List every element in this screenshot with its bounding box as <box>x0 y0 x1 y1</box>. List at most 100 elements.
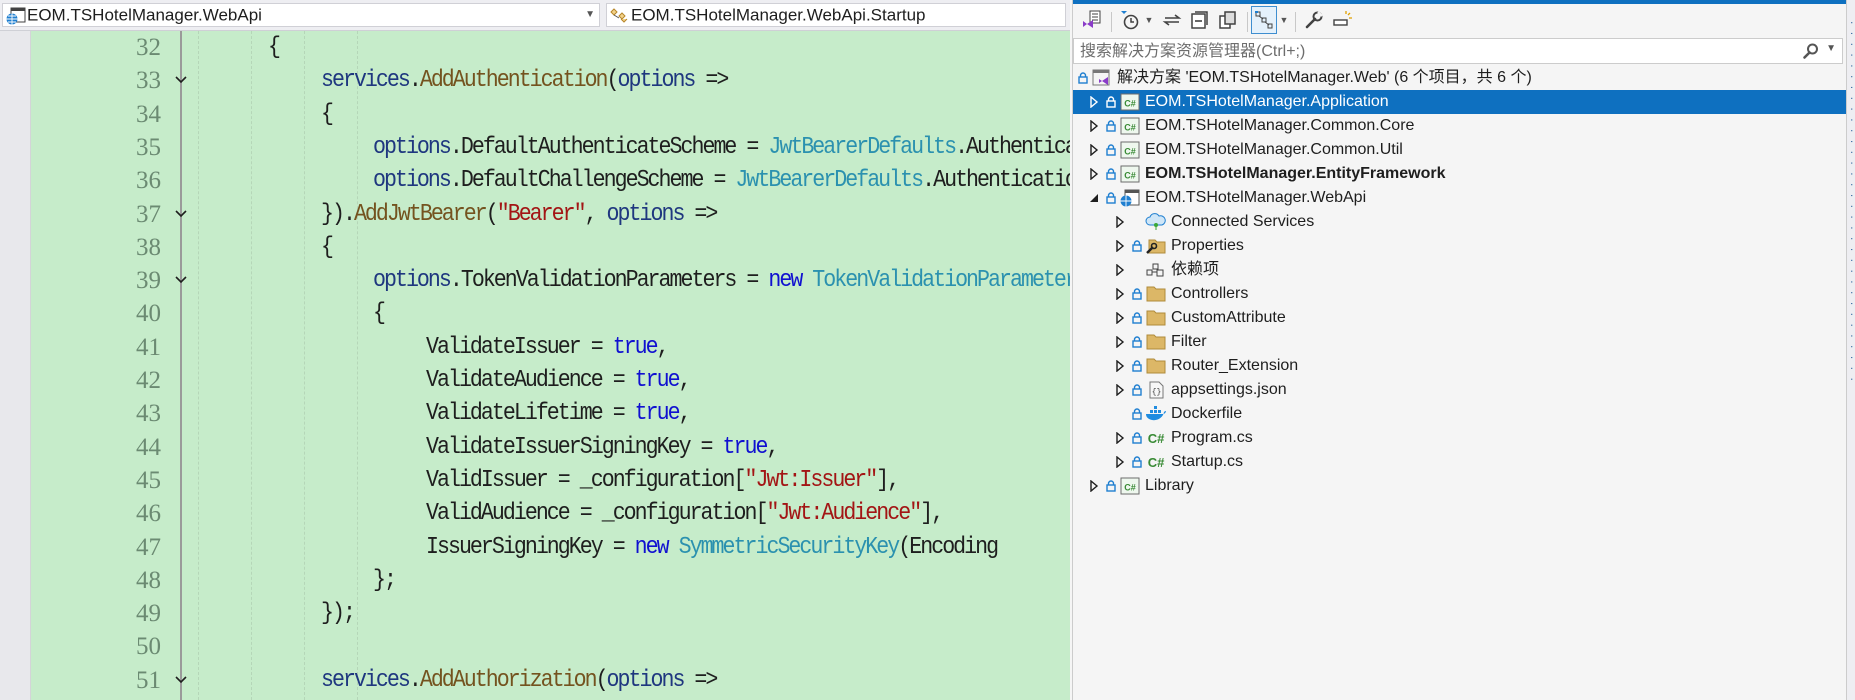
expand-arrow-icon[interactable] <box>1113 258 1127 282</box>
lock-icon <box>1105 474 1117 498</box>
code-editor[interactable]: EOM.TSHotelManager.WebApi ▼ EOM.TSHotelM… <box>0 0 1070 700</box>
editor-navigation-bar: EOM.TSHotelManager.WebApi ▼ EOM.TSHotelM… <box>0 0 1070 31</box>
lock-icon <box>1105 186 1117 210</box>
tree-item[interactable]: C# EOM.TSHotelManager.Common.Util <box>1073 138 1847 162</box>
code-text-area[interactable]: 32 {33 services.AddAuthentication(options … <box>31 31 1070 700</box>
collapse-region-chevron-icon[interactable] <box>171 670 191 690</box>
code-line[interactable]: 44 ValidateIssuerSigningKey = true, <box>31 431 1070 464</box>
tree-item[interactable]: C# EOM.TSHotelManager.Common.Core <box>1073 114 1847 138</box>
code-line[interactable]: 46 ValidAudience = _configuration["Jwt:Au… <box>31 497 1070 530</box>
expand-arrow-icon[interactable] <box>1113 450 1127 474</box>
code-line[interactable]: 39 options.TokenValidationParameters = ne… <box>31 264 1070 297</box>
tree-item[interactable]: C# EOM.TSHotelManager.Application <box>1073 90 1847 114</box>
code-line[interactable]: 47 IssuerSigningKey = new SymmetricSecuri… <box>31 531 1070 564</box>
class-dropdown-value: EOM.TSHotelManager.WebApi.Startup <box>631 5 926 25</box>
tree-item[interactable]: {} appsettings.json <box>1073 378 1847 402</box>
pending-changes-filter-icon[interactable] <box>1117 6 1143 34</box>
collapse-region-chevron-icon[interactable] <box>171 204 191 224</box>
expand-arrow-icon[interactable] <box>1113 378 1127 402</box>
code-map-icon[interactable] <box>1251 6 1277 34</box>
expand-arrow-icon[interactable] <box>1087 90 1101 114</box>
code-line[interactable]: 40 { <box>31 297 1070 330</box>
line-number: 45 <box>136 466 161 494</box>
expand-arrow-icon[interactable] <box>1113 210 1127 234</box>
sync-with-active-document-icon[interactable] <box>1159 6 1185 34</box>
code-line[interactable]: 49}); <box>31 597 1070 630</box>
code-text: ValidateAudience = true, <box>426 364 692 397</box>
collapse-region-chevron-icon[interactable] <box>171 270 191 290</box>
expand-arrow-icon[interactable] <box>1113 330 1127 354</box>
code-line[interactable]: 34 { <box>31 98 1070 131</box>
properties-icon[interactable] <box>1301 6 1327 34</box>
tree-item[interactable]: CustomAttribute <box>1073 306 1847 330</box>
solution-node[interactable]: 解决方案 'EOM.TSHotelManager.Web' (6 个项目，共 6… <box>1073 66 1847 90</box>
expand-arrow-icon[interactable] <box>1087 162 1101 186</box>
expand-arrow-icon[interactable] <box>1087 138 1101 162</box>
search-icon[interactable] <box>1802 42 1820 65</box>
code-line[interactable]: 37}).AddJwtBearer("Bearer", options => <box>31 198 1070 231</box>
expand-arrow-icon[interactable] <box>1113 426 1127 450</box>
tree-item[interactable]: C# Startup.cs <box>1073 450 1847 474</box>
line-number: 34 <box>136 100 161 128</box>
code-line[interactable]: 45 ValidIssuer = _configuration["Jwt:Issu… <box>31 464 1070 497</box>
tree-item[interactable]: Controllers <box>1073 282 1847 306</box>
code-map-dropdown[interactable]: ▼ <box>1278 6 1290 34</box>
code-line[interactable]: 43 ValidateLifetime = true, <box>31 397 1070 430</box>
scrollbar-overview-margin[interactable]: · · · · · · · · · · · · · · · · · · · · … <box>1846 0 1855 700</box>
code-token: , <box>584 200 607 228</box>
code-line[interactable]: 33 services.AddAuthentication(options => <box>31 64 1070 97</box>
code-line[interactable]: 35 options.DefaultAuthenticateScheme = Jw… <box>31 131 1070 164</box>
tree-item[interactable]: 依赖项 <box>1073 258 1847 282</box>
solution-explorer-toolbar: ▼ ▼ <box>1073 4 1847 36</box>
search-options-dropdown[interactable]: ▼ <box>1826 43 1836 54</box>
show-all-files-icon[interactable] <box>1215 6 1241 34</box>
collapse-all-icon[interactable] <box>1187 6 1213 34</box>
search-input[interactable] <box>1078 41 1782 63</box>
expand-arrow-icon[interactable] <box>1113 306 1127 330</box>
solution-explorer-search[interactable]: ▼ <box>1073 38 1843 64</box>
tree-item[interactable]: EOM.TSHotelManager.WebApi <box>1073 186 1847 210</box>
project-dropdown[interactable]: EOM.TSHotelManager.WebApi ▼ <box>2 3 600 27</box>
tree-item-label: Controllers <box>1171 285 1249 302</box>
switch-views-icon[interactable] <box>1079 6 1105 34</box>
tree-item[interactable]: Router_Extension <box>1073 354 1847 378</box>
expand-arrow-icon[interactable] <box>1113 282 1127 306</box>
tree-item[interactable]: Dockerfile <box>1073 402 1847 426</box>
code-line[interactable]: 50 <box>31 630 1070 663</box>
code-token: ( <box>595 666 608 694</box>
collapse-region-chevron-icon[interactable] <box>171 70 191 90</box>
code-line[interactable]: 41 ValidateIssuer = true, <box>31 331 1070 364</box>
code-token: { <box>373 300 386 328</box>
expand-arrow-icon[interactable] <box>1087 114 1101 138</box>
code-token: options <box>373 167 452 195</box>
svg-text:{}: {} <box>1152 388 1162 397</box>
code-line[interactable]: 48}; <box>31 564 1070 597</box>
chevron-down-icon: ▼ <box>585 9 595 20</box>
tree-item[interactable]: C# Program.cs <box>1073 426 1847 450</box>
code-line[interactable]: 42 ValidateAudience = true, <box>31 364 1070 397</box>
tree-item[interactable]: Properties <box>1073 234 1847 258</box>
pending-changes-dropdown[interactable]: ▼ <box>1143 6 1155 34</box>
expand-arrow-icon[interactable] <box>1113 234 1127 258</box>
code-line[interactable]: 32 { <box>31 31 1070 64</box>
expand-arrow-icon[interactable] <box>1087 474 1101 498</box>
tree-item[interactable]: Filter <box>1073 330 1847 354</box>
docker-icon <box>1145 405 1167 423</box>
code-line[interactable]: 38 { <box>31 231 1070 264</box>
expanded-arrow-icon[interactable] <box>1087 186 1101 210</box>
code-token: IssuerSigningKey = <box>425 533 635 561</box>
code-token: options <box>606 200 685 228</box>
class-dropdown[interactable]: EOM.TSHotelManager.WebApi.Startup <box>606 3 1066 27</box>
code-line[interactable]: 51 services.AddAuthorization(options => <box>31 664 1070 697</box>
code-token: { <box>320 100 334 128</box>
code-token: ValidateIssuerSigningKey = <box>425 433 723 461</box>
code-token: options <box>606 666 685 694</box>
expand-arrow-icon[interactable] <box>1113 354 1127 378</box>
line-number: 42 <box>136 367 161 394</box>
csharp-file-icon: C# <box>1145 429 1167 447</box>
tree-item[interactable]: C# Library <box>1073 474 1847 498</box>
code-line[interactable]: 36 options.DefaultChallengeScheme = JwtBe… <box>31 164 1070 197</box>
tree-item[interactable]: C# EOM.TSHotelManager.EntityFramework <box>1073 162 1847 186</box>
preview-selected-items-icon[interactable] <box>1329 6 1355 34</box>
tree-item[interactable]: Connected Services <box>1073 210 1847 234</box>
